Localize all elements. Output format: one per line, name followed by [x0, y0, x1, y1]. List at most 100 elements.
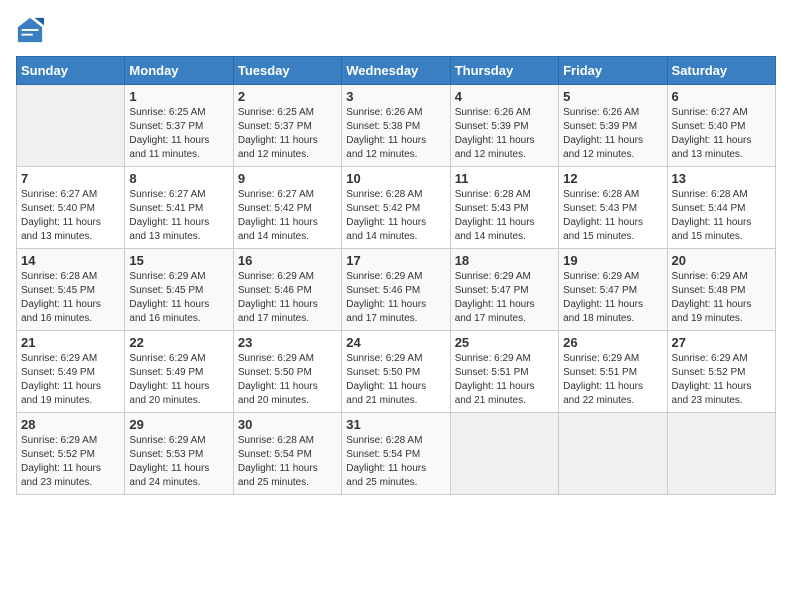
- day-info: Sunrise: 6:29 AM Sunset: 5:46 PM Dayligh…: [238, 270, 337, 326]
- day-number: 7: [21, 171, 120, 186]
- calendar-cell: 18 Sunrise: 6:29 AM Sunset: 5:47 PM Dayli…: [450, 249, 558, 331]
- calendar-cell: 2 Sunrise: 6:25 AM Sunset: 5:37 PM Daylig…: [233, 85, 341, 167]
- day-number: 10: [346, 171, 445, 186]
- day-number: 25: [455, 335, 554, 350]
- day-info: Sunrise: 6:28 AM Sunset: 5:54 PM Dayligh…: [346, 434, 445, 490]
- calendar-cell: 21 Sunrise: 6:29 AM Sunset: 5:49 PM Dayli…: [17, 331, 125, 413]
- day-info: Sunrise: 6:28 AM Sunset: 5:42 PM Dayligh…: [346, 188, 445, 244]
- calendar-cell: 29Sunrise: 6:29 AM Sunset: 5:53 PM Dayli…: [125, 413, 233, 495]
- day-info: Sunrise: 6:28 AM Sunset: 5:54 PM Dayligh…: [238, 434, 337, 490]
- calendar-cell: 12 Sunrise: 6:28 AM Sunset: 5:43 PM Dayli…: [559, 167, 667, 249]
- day-number: 13: [672, 171, 771, 186]
- day-info: Sunrise: 6:29 AM Sunset: 5:51 PM Dayligh…: [455, 352, 554, 408]
- day-info: Sunrise: 6:29 AM Sunset: 5:48 PM Dayligh…: [672, 270, 771, 326]
- day-number: 15: [129, 253, 228, 268]
- calendar-cell: [450, 413, 558, 495]
- calendar-header-row: SundayMondayTuesdayWednesdayThursdayFrid…: [17, 57, 776, 85]
- calendar-cell: 9Sunrise: 6:27 AM Sunset: 5:42 PM Daylig…: [233, 167, 341, 249]
- calendar-cell: 20 Sunrise: 6:29 AM Sunset: 5:48 PM Dayli…: [667, 249, 775, 331]
- day-info: Sunrise: 6:27 AM Sunset: 5:42 PM Dayligh…: [238, 188, 337, 244]
- day-info: Sunrise: 6:29 AM Sunset: 5:53 PM Dayligh…: [129, 434, 228, 490]
- calendar-cell: 22 Sunrise: 6:29 AM Sunset: 5:49 PM Dayli…: [125, 331, 233, 413]
- day-info: Sunrise: 6:29 AM Sunset: 5:50 PM Dayligh…: [238, 352, 337, 408]
- day-number: 18: [455, 253, 554, 268]
- day-number: 1: [129, 89, 228, 104]
- day-header-friday: Friday: [559, 57, 667, 85]
- day-info: Sunrise: 6:26 AM Sunset: 5:39 PM Dayligh…: [455, 106, 554, 162]
- day-info: Sunrise: 6:27 AM Sunset: 5:40 PM Dayligh…: [21, 188, 120, 244]
- calendar-cell: 16 Sunrise: 6:29 AM Sunset: 5:46 PM Dayli…: [233, 249, 341, 331]
- day-number: 27: [672, 335, 771, 350]
- calendar-cell: [17, 85, 125, 167]
- day-number: 5: [563, 89, 662, 104]
- day-info: Sunrise: 6:26 AM Sunset: 5:39 PM Dayligh…: [563, 106, 662, 162]
- calendar-cell: 11 Sunrise: 6:28 AM Sunset: 5:43 PM Dayli…: [450, 167, 558, 249]
- day-info: Sunrise: 6:29 AM Sunset: 5:49 PM Dayligh…: [129, 352, 228, 408]
- day-header-thursday: Thursday: [450, 57, 558, 85]
- day-header-sunday: Sunday: [17, 57, 125, 85]
- day-number: 16: [238, 253, 337, 268]
- day-number: 21: [21, 335, 120, 350]
- day-number: 2: [238, 89, 337, 104]
- day-number: 23: [238, 335, 337, 350]
- calendar-week-row: 7 Sunrise: 6:27 AM Sunset: 5:40 PM Daylig…: [17, 167, 776, 249]
- day-header-wednesday: Wednesday: [342, 57, 450, 85]
- day-info: Sunrise: 6:28 AM Sunset: 5:44 PM Dayligh…: [672, 188, 771, 244]
- calendar-cell: 31 Sunrise: 6:28 AM Sunset: 5:54 PM Dayli…: [342, 413, 450, 495]
- day-info: Sunrise: 6:25 AM Sunset: 5:37 PM Dayligh…: [238, 106, 337, 162]
- day-number: 20: [672, 253, 771, 268]
- day-info: Sunrise: 6:29 AM Sunset: 5:50 PM Dayligh…: [346, 352, 445, 408]
- logo-icon: [16, 16, 44, 44]
- day-info: Sunrise: 6:25 AM Sunset: 5:37 PM Dayligh…: [129, 106, 228, 162]
- day-info: Sunrise: 6:29 AM Sunset: 5:47 PM Dayligh…: [455, 270, 554, 326]
- calendar-cell: 4Sunrise: 6:26 AM Sunset: 5:39 PM Daylig…: [450, 85, 558, 167]
- day-info: Sunrise: 6:29 AM Sunset: 5:45 PM Dayligh…: [129, 270, 228, 326]
- calendar-cell: 15 Sunrise: 6:29 AM Sunset: 5:45 PM Dayli…: [125, 249, 233, 331]
- day-number: 8: [129, 171, 228, 186]
- calendar-cell: 10 Sunrise: 6:28 AM Sunset: 5:42 PM Dayli…: [342, 167, 450, 249]
- day-number: 11: [455, 171, 554, 186]
- calendar-week-row: 1 Sunrise: 6:25 AM Sunset: 5:37 PM Daylig…: [17, 85, 776, 167]
- day-info: Sunrise: 6:29 AM Sunset: 5:47 PM Dayligh…: [563, 270, 662, 326]
- calendar-cell: 1 Sunrise: 6:25 AM Sunset: 5:37 PM Daylig…: [125, 85, 233, 167]
- day-info: Sunrise: 6:28 AM Sunset: 5:43 PM Dayligh…: [563, 188, 662, 244]
- calendar-week-row: 14Sunrise: 6:28 AM Sunset: 5:45 PM Dayli…: [17, 249, 776, 331]
- calendar-cell: 6 Sunrise: 6:27 AM Sunset: 5:40 PM Daylig…: [667, 85, 775, 167]
- day-number: 28: [21, 417, 120, 432]
- calendar-cell: 27Sunrise: 6:29 AM Sunset: 5:52 PM Dayli…: [667, 331, 775, 413]
- day-number: 17: [346, 253, 445, 268]
- day-header-saturday: Saturday: [667, 57, 775, 85]
- day-info: Sunrise: 6:26 AM Sunset: 5:38 PM Dayligh…: [346, 106, 445, 162]
- calendar-cell: 24 Sunrise: 6:29 AM Sunset: 5:50 PM Dayli…: [342, 331, 450, 413]
- calendar-table: SundayMondayTuesdayWednesdayThursdayFrid…: [16, 56, 776, 495]
- calendar-cell: 3 Sunrise: 6:26 AM Sunset: 5:38 PM Daylig…: [342, 85, 450, 167]
- day-number: 26: [563, 335, 662, 350]
- calendar-cell: 19Sunrise: 6:29 AM Sunset: 5:47 PM Dayli…: [559, 249, 667, 331]
- calendar-cell: 13 Sunrise: 6:28 AM Sunset: 5:44 PM Dayli…: [667, 167, 775, 249]
- day-number: 6: [672, 89, 771, 104]
- day-header-tuesday: Tuesday: [233, 57, 341, 85]
- day-number: 3: [346, 89, 445, 104]
- day-number: 22: [129, 335, 228, 350]
- calendar-cell: 7 Sunrise: 6:27 AM Sunset: 5:40 PM Daylig…: [17, 167, 125, 249]
- day-number: 12: [563, 171, 662, 186]
- calendar-cell: 26Sunrise: 6:29 AM Sunset: 5:51 PM Dayli…: [559, 331, 667, 413]
- header: [16, 16, 776, 44]
- day-number: 31: [346, 417, 445, 432]
- day-header-monday: Monday: [125, 57, 233, 85]
- calendar-cell: 14Sunrise: 6:28 AM Sunset: 5:45 PM Dayli…: [17, 249, 125, 331]
- calendar-cell: 17Sunrise: 6:29 AM Sunset: 5:46 PM Dayli…: [342, 249, 450, 331]
- calendar-week-row: 28 Sunrise: 6:29 AM Sunset: 5:52 PM Dayli…: [17, 413, 776, 495]
- day-info: Sunrise: 6:27 AM Sunset: 5:40 PM Dayligh…: [672, 106, 771, 162]
- calendar-cell: 28 Sunrise: 6:29 AM Sunset: 5:52 PM Dayli…: [17, 413, 125, 495]
- calendar-cell: 23 Sunrise: 6:29 AM Sunset: 5:50 PM Dayli…: [233, 331, 341, 413]
- day-info: Sunrise: 6:27 AM Sunset: 5:41 PM Dayligh…: [129, 188, 228, 244]
- calendar-week-row: 21 Sunrise: 6:29 AM Sunset: 5:49 PM Dayli…: [17, 331, 776, 413]
- day-number: 24: [346, 335, 445, 350]
- day-info: Sunrise: 6:28 AM Sunset: 5:43 PM Dayligh…: [455, 188, 554, 244]
- day-info: Sunrise: 6:29 AM Sunset: 5:49 PM Dayligh…: [21, 352, 120, 408]
- calendar-cell: 30 Sunrise: 6:28 AM Sunset: 5:54 PM Dayli…: [233, 413, 341, 495]
- day-info: Sunrise: 6:29 AM Sunset: 5:52 PM Dayligh…: [21, 434, 120, 490]
- day-number: 30: [238, 417, 337, 432]
- logo: [16, 16, 48, 44]
